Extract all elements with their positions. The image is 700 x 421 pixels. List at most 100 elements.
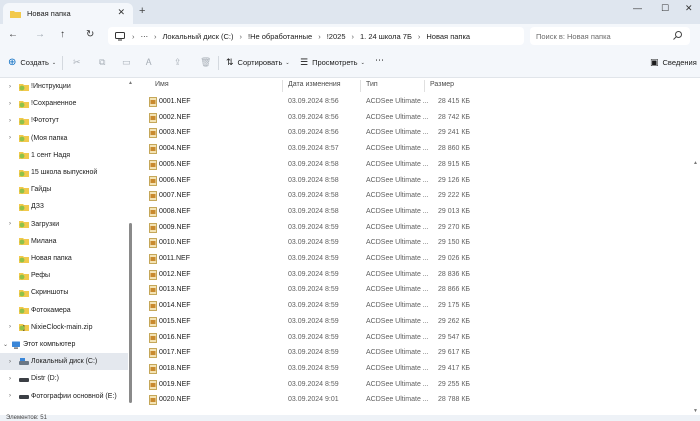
forward-arrow-icon[interactable]: → <box>35 29 45 40</box>
table-row[interactable]: 0005.NEF 03.09.2024 8:58 ACDSee Ultimate .… <box>142 158 472 174</box>
column-date[interactable]: Дата изменения <box>288 81 341 88</box>
column-type[interactable]: Тип <box>366 81 378 88</box>
table-row[interactable]: 0003.NEF 03.09.2024 8:56 ACDSee Ultimate .… <box>142 126 472 142</box>
table-row[interactable]: 0009.NEF 03.09.2024 8:59 ACDSee Ultimate .… <box>142 221 472 237</box>
sidebar-item-label: Distr (D:) <box>31 375 59 383</box>
table-row[interactable]: 0008.NEF 03.09.2024 8:58 ACDSee Ultimate .… <box>142 205 472 221</box>
table-row[interactable]: 0015.NEF 03.09.2024 8:59 ACDSee Ultimate .… <box>142 315 472 331</box>
ellipsis-button[interactable]: ⋯ <box>141 32 149 41</box>
file-type: ACDSee Ultimate ... <box>366 255 429 262</box>
scroll-up-icon[interactable]: ▲ <box>128 80 133 86</box>
breadcrumb-drive-c[interactable]: Локальный диск (C:) <box>163 32 234 41</box>
share-icon[interactable]: ⇪ <box>174 57 182 68</box>
folder-icon <box>19 307 29 315</box>
copy-icon[interactable]: ⧉ <box>99 57 105 68</box>
table-row[interactable]: 0002.NEF 03.09.2024 8:56 ACDSee Ultimate .… <box>142 111 472 127</box>
chevron-right-icon[interactable]: › <box>9 393 11 399</box>
sidebar-item[interactable]: ДЗ3 <box>0 198 128 215</box>
sidebar-item[interactable]: › Фотографии основной (E:) <box>0 388 128 405</box>
table-row[interactable]: 0010.NEF 03.09.2024 8:59 ACDSee Ultimate .… <box>142 236 472 252</box>
sidebar-item[interactable]: › (Моя папка <box>0 130 128 147</box>
chevron-right-icon[interactable]: › <box>9 359 11 365</box>
sidebar-item[interactable]: Рефы <box>0 267 128 284</box>
cut-icon[interactable]: ✂ <box>73 57 81 68</box>
chevron-right-icon[interactable]: › <box>9 101 11 107</box>
column-name[interactable]: Имя <box>155 81 169 88</box>
chevron-down-icon[interactable]: ⌄ <box>3 341 8 348</box>
sort-button[interactable]: ⇅ Сортировать ⌄ <box>226 57 290 68</box>
address-row: ← → ↑ ↻ › ⋯ › Локальный диск (C:) › !Не … <box>0 24 700 48</box>
raw-image-file-icon <box>149 144 157 154</box>
new-tab-button[interactable]: + <box>139 5 145 17</box>
table-row[interactable]: 0011.NEF 03.09.2024 8:59 ACDSee Ultimate .… <box>142 252 472 268</box>
file-date: 03.09.2024 8:56 <box>288 113 339 121</box>
close-window-button[interactable]: ✕ <box>685 3 693 14</box>
table-row[interactable]: 0016.NEF 03.09.2024 8:59 ACDSee Ultimate .… <box>142 331 472 347</box>
minimize-button[interactable]: — <box>633 3 642 13</box>
sidebar-item[interactable]: › NixieClock-main.zip <box>0 319 128 336</box>
chevron-right-icon[interactable]: › <box>9 376 11 382</box>
table-row[interactable]: 0001.NEF 03.09.2024 8:56 ACDSee Ultimate .… <box>142 95 472 111</box>
up-arrow-icon[interactable]: ↑ <box>60 29 65 40</box>
table-row[interactable]: 0020.NEF 03.09.2024 9:01 ACDSee Ultimate .… <box>142 393 472 409</box>
file-type: ACDSee Ultimate ... <box>366 302 429 310</box>
sidebar-item[interactable]: Новая папка <box>0 250 128 267</box>
chevron-right-icon[interactable]: › <box>9 221 11 227</box>
view-button[interactable]: ☰ Просмотреть ⌄ <box>300 57 365 68</box>
file-type: ACDSee Ultimate ... <box>366 349 429 357</box>
chevron-right-icon[interactable]: › <box>9 324 11 330</box>
table-row[interactable]: 0007.NEF 03.09.2024 8:58 ACDSee Ultimate .… <box>142 189 472 205</box>
table-row[interactable]: 0004.NEF 03.09.2024 8:57 ACDSee Ultimate .… <box>142 142 472 158</box>
table-row[interactable]: 0019.NEF 03.09.2024 8:59 ACDSee Ultimate .… <box>142 378 472 394</box>
sidebar-scrollbar[interactable] <box>129 223 132 403</box>
tab-nova-papka[interactable]: Новая папка ✕ <box>3 3 133 24</box>
sidebar-item[interactable]: 15 школа выпускной <box>0 164 128 181</box>
sidebar-item[interactable]: › !Фототут <box>0 112 128 129</box>
table-row[interactable]: 0018.NEF 03.09.2024 8:59 ACDSee Ultimate .… <box>142 362 472 378</box>
sidebar-item[interactable]: Скриншоты <box>0 284 128 301</box>
table-row[interactable]: 0014.NEF 03.09.2024 8:59 ACDSee Ultimate .… <box>142 299 472 315</box>
table-row[interactable]: 0012.NEF 03.09.2024 8:59 ACDSee Ultimate .… <box>142 268 472 284</box>
chevron-right-icon[interactable]: › <box>9 135 11 141</box>
sidebar-item[interactable]: 1 сент Надя <box>0 147 128 164</box>
breadcrumb-school[interactable]: 1. 24 школа 7Б <box>360 32 412 41</box>
sidebar-item[interactable]: › !Сохраненное <box>0 95 128 112</box>
breadcrumb-2025[interactable]: !2025 <box>327 32 346 41</box>
back-arrow-icon[interactable]: ← <box>8 29 18 40</box>
scroll-down-icon[interactable]: ▼ <box>693 408 698 414</box>
folder-icon <box>10 10 21 18</box>
address-bar[interactable]: › ⋯ › Локальный диск (C:) › !Не обработа… <box>108 27 524 45</box>
sidebar-item[interactable]: ⌄ Этот компьютер <box>0 336 128 353</box>
close-tab-icon[interactable]: ✕ <box>117 7 125 18</box>
folder-icon <box>19 100 29 108</box>
file-date: 03.09.2024 8:59 <box>288 333 339 341</box>
more-options-button[interactable]: ⋯ <box>375 55 384 66</box>
table-row[interactable]: 0017.NEF 03.09.2024 8:59 ACDSee Ultimate .… <box>142 346 472 362</box>
sidebar-item[interactable]: › Distr (D:) <box>0 370 128 387</box>
refresh-icon[interactable]: ↻ <box>86 29 94 40</box>
sidebar-item[interactable]: Фотокамера <box>0 302 128 319</box>
chevron-right-icon[interactable]: › <box>9 118 11 124</box>
breadcrumb-unprocessed[interactable]: !Не обработанные <box>248 32 312 41</box>
breadcrumb-new-folder[interactable]: Новая папка <box>426 32 470 41</box>
sidebar-item[interactable]: › Загрузки <box>0 216 128 233</box>
rename-icon[interactable]: Ꭺ <box>146 57 152 68</box>
file-type: ACDSee Ultimate ... <box>366 364 429 372</box>
paste-icon[interactable]: ▭ <box>122 57 131 68</box>
file-type: ACDSee Ultimate ... <box>366 380 429 388</box>
folder-icon <box>19 255 29 263</box>
create-button[interactable]: ⊕ Создать ⌄ <box>8 57 56 68</box>
sidebar-item[interactable]: Милана <box>0 233 128 250</box>
delete-icon[interactable]: 🗑 <box>200 57 211 68</box>
sidebar-item[interactable]: › Локальный диск (C:) <box>0 353 128 371</box>
table-row[interactable]: 0013.NEF 03.09.2024 8:59 ACDSee Ultimate .… <box>142 283 472 299</box>
details-button[interactable]: ▣ Сведения <box>650 57 697 68</box>
sidebar-item[interactable]: › !Инструкции <box>0 78 128 95</box>
scroll-up-icon[interactable]: ▲ <box>693 160 698 166</box>
search-input[interactable]: Поиск в: Новая папка <box>530 27 690 45</box>
chevron-right-icon[interactable]: › <box>9 84 11 90</box>
column-size[interactable]: Размер <box>430 81 454 88</box>
table-row[interactable]: 0006.NEF 03.09.2024 8:58 ACDSee Ultimate .… <box>142 174 472 190</box>
sidebar-item[interactable]: Гайды <box>0 181 128 198</box>
maximize-button[interactable]: ☐ <box>661 3 669 14</box>
